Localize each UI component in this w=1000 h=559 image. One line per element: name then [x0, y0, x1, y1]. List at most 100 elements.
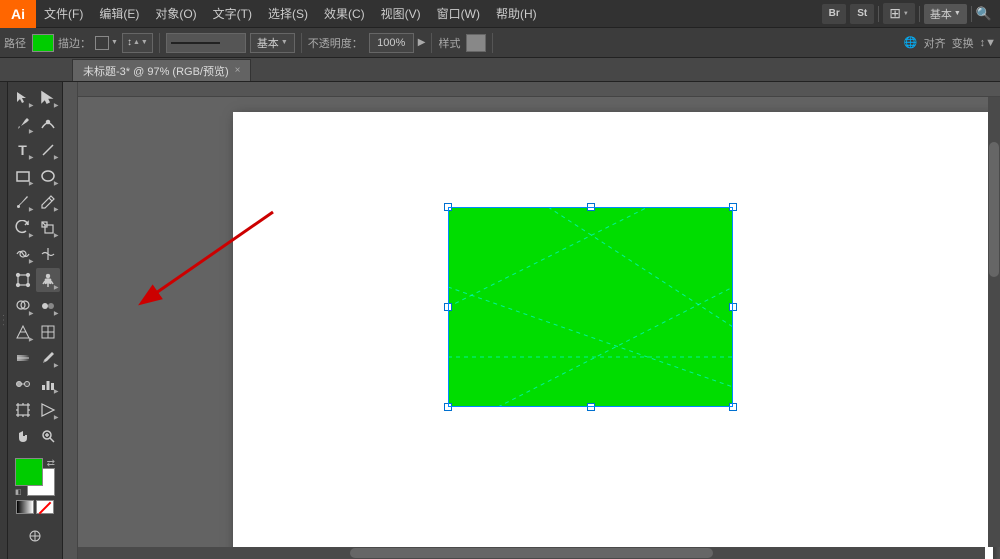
- tool-gradient[interactable]: [11, 346, 35, 370]
- tool-ellipse[interactable]: ▶: [36, 164, 60, 188]
- menu-items: 文件(F) 编辑(E) 对象(O) 文字(T) 选择(S) 效果(C) 视图(V…: [36, 0, 545, 27]
- tool-live-paint[interactable]: ▶: [36, 294, 60, 318]
- tool-pen[interactable]: ▶: [11, 112, 35, 136]
- handle-ml[interactable]: [444, 303, 452, 311]
- warp-arrow: ▶: [29, 258, 34, 265]
- menu-window[interactable]: 窗口(W): [429, 0, 488, 27]
- tool-line[interactable]: ▶: [36, 138, 60, 162]
- tool-perspective[interactable]: ▶: [11, 320, 35, 344]
- foreground-color-box[interactable]: [15, 458, 43, 486]
- style-preview[interactable]: [466, 34, 486, 52]
- tool-artboard[interactable]: [11, 398, 35, 422]
- handle-bm[interactable]: [587, 403, 595, 411]
- stroke-style-arrow: ▼: [281, 39, 288, 46]
- handle-tr[interactable]: [729, 203, 737, 211]
- tool-extra[interactable]: [23, 524, 47, 548]
- green-rect[interactable]: [448, 207, 733, 407]
- handle-tl[interactable]: [444, 203, 452, 211]
- chart-arrow: ▶: [54, 388, 59, 395]
- tool-warp[interactable]: ▶: [11, 242, 35, 266]
- tool-hand[interactable]: [11, 424, 35, 448]
- menu-edit[interactable]: 编辑(E): [91, 0, 147, 27]
- search-button[interactable]: 🔍: [976, 6, 992, 22]
- align-label[interactable]: 对齐: [924, 35, 946, 51]
- stroke-width-control[interactable]: ↕ ▲ ▼: [122, 33, 153, 53]
- tool-zoom[interactable]: [36, 424, 60, 448]
- menu-file[interactable]: 文件(F): [36, 0, 91, 27]
- stroke-style-label: 基本: [257, 35, 279, 51]
- tool-select[interactable]: ▶: [11, 86, 35, 110]
- tool-puppet-warp[interactable]: ▶: [36, 268, 60, 292]
- tool-type[interactable]: T ▶: [11, 138, 35, 162]
- tool-slice[interactable]: ▶: [36, 398, 60, 422]
- handle-bl[interactable]: [444, 403, 452, 411]
- path-label: 路径: [4, 35, 26, 51]
- stroke-label: 描边：: [58, 35, 91, 51]
- opacity-input[interactable]: [369, 33, 414, 53]
- tool-free-transform[interactable]: [11, 268, 35, 292]
- workspace-dropdown[interactable]: 基本 ▼: [924, 4, 967, 24]
- menu-effect[interactable]: 效果(C): [316, 0, 373, 27]
- fill-color-box[interactable]: [32, 34, 54, 52]
- canvas-area[interactable]: [63, 82, 1000, 559]
- right-menu-icons: Br St ⊞ ▼ 基本 ▼ 🔍: [822, 3, 1000, 24]
- handle-mr[interactable]: [729, 303, 737, 311]
- stroke-style-dropdown[interactable]: 基本 ▼: [250, 33, 295, 53]
- menu-text[interactable]: 文字(T): [205, 0, 260, 27]
- tool-row-shape-builder: ▶ ▶: [8, 294, 62, 318]
- perspective-arrow: ▶: [29, 336, 34, 343]
- panel-collapse-strip[interactable]: ···: [0, 82, 8, 559]
- tool-paintbrush[interactable]: ▶: [11, 190, 35, 214]
- gradient-mode-button[interactable]: [16, 500, 34, 514]
- tool-scale[interactable]: ▶: [36, 216, 60, 240]
- menu-sep2: [919, 6, 920, 22]
- stroke-selector[interactable]: ▼: [95, 36, 118, 50]
- stock-button[interactable]: St: [850, 4, 874, 24]
- tool-row-pen: ▶: [8, 112, 62, 136]
- tool-direct-select[interactable]: ▶: [36, 86, 60, 110]
- swap-colors-icon[interactable]: ⇄: [47, 458, 55, 469]
- ai-logo[interactable]: Ai: [0, 0, 36, 28]
- tool-blend[interactable]: [11, 372, 35, 396]
- menu-object[interactable]: 对象(O): [147, 0, 204, 27]
- selection-border: [448, 207, 733, 407]
- tool-arrow: ▶: [29, 102, 34, 109]
- menu-help[interactable]: 帮助(H): [488, 0, 545, 27]
- tool-row-type: T ▶ ▶: [8, 138, 62, 162]
- tool-eyedropper[interactable]: ▶: [36, 346, 60, 370]
- horizontal-scroll-thumb[interactable]: [350, 548, 713, 558]
- globe-icon[interactable]: 🌐: [904, 36, 918, 49]
- transform-extra[interactable]: ↕▼: [980, 37, 996, 49]
- vertical-scrollbar[interactable]: [988, 97, 1000, 547]
- stroke-weight-input[interactable]: [166, 33, 246, 53]
- vertical-scroll-thumb[interactable]: [989, 142, 999, 277]
- tool-curvature[interactable]: [36, 112, 60, 136]
- tool-rect[interactable]: ▶: [11, 164, 35, 188]
- menu-select[interactable]: 选择(S): [260, 0, 316, 27]
- horizontal-scrollbar[interactable]: [78, 547, 985, 559]
- no-color-button[interactable]: [36, 500, 54, 514]
- opacity-up[interactable]: ▶: [418, 37, 426, 48]
- tool-shape-builder[interactable]: ▶: [11, 294, 35, 318]
- stroke-down-arrow[interactable]: ▼: [141, 39, 148, 46]
- workspace-switcher[interactable]: ⊞ ▼: [883, 3, 915, 24]
- stroke-dropdown-arrow: ▼: [111, 39, 118, 46]
- tab-close-button[interactable]: ×: [235, 65, 241, 76]
- tool-rotate[interactable]: ▶: [11, 216, 35, 240]
- handle-br[interactable]: [729, 403, 737, 411]
- tool-row-brush: ▶ ▶: [8, 190, 62, 214]
- transform-label[interactable]: 变换: [952, 35, 974, 51]
- reset-colors-icon[interactable]: ◧: [15, 488, 22, 496]
- tool-pencil[interactable]: ▶: [36, 190, 60, 214]
- handle-tm[interactable]: [587, 203, 595, 211]
- doc-tab[interactable]: 未标题-3* @ 97% (RGB/预览) ×: [72, 59, 251, 81]
- bottom-tools: [23, 524, 47, 552]
- menu-sep3: [971, 6, 972, 22]
- tool-width[interactable]: [36, 242, 60, 266]
- bridge-button[interactable]: Br: [822, 4, 846, 24]
- toolbar-sep2: [301, 33, 302, 53]
- tool-chart[interactable]: ▶: [36, 372, 60, 396]
- menu-view[interactable]: 视图(V): [373, 0, 429, 27]
- stroke-up-arrow[interactable]: ▲: [133, 39, 140, 46]
- tool-mesh[interactable]: [36, 320, 60, 344]
